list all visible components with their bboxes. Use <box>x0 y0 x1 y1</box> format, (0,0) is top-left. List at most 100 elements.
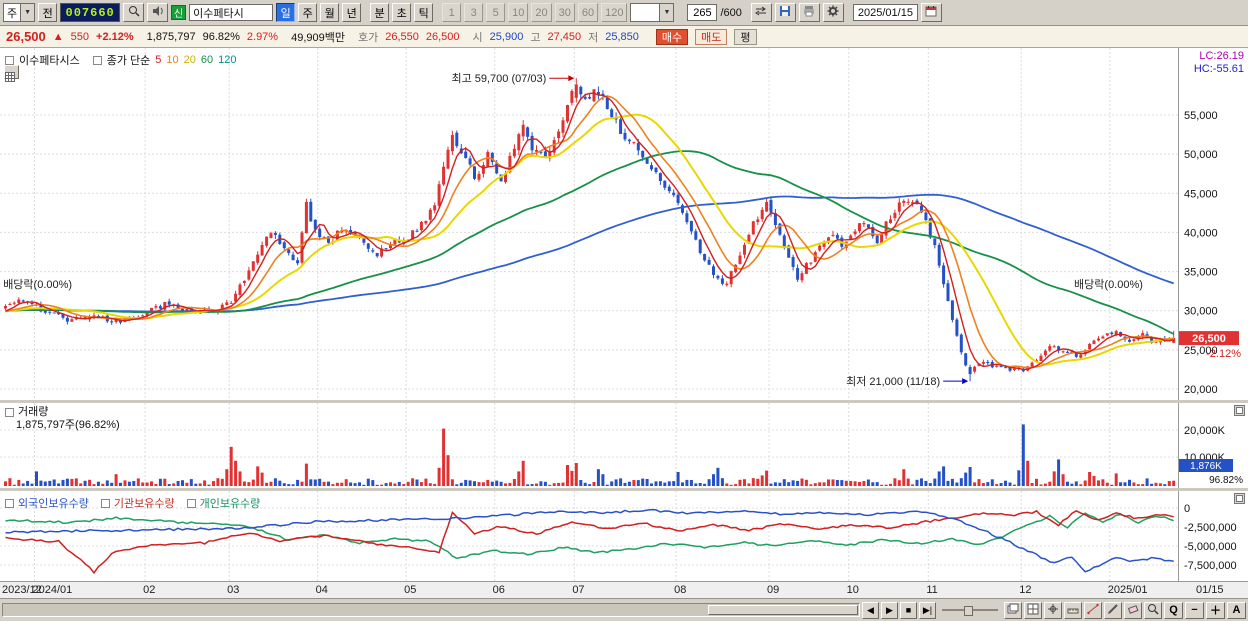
pencil-icon <box>1107 603 1119 617</box>
avg-button[interactable]: 평 <box>734 28 757 45</box>
x-axis-label: 2025/01 <box>1107 584 1148 596</box>
cascade-windows-button[interactable] <box>1004 601 1022 619</box>
turnover-pct: 2.97% <box>246 30 279 43</box>
zoom-area-button[interactable] <box>1144 601 1162 619</box>
price-chart[interactable]: 55,00050,00045,00040,00035,00030,00025,0… <box>0 48 1248 400</box>
institution-legend: 기관보유수량 <box>113 498 175 510</box>
svg-text:20,000K: 20,000K <box>1184 425 1226 437</box>
bar-count-input[interactable] <box>687 4 718 21</box>
price-change-pct: +2.12% <box>96 30 134 43</box>
scroll-right-button[interactable]: ▶ <box>881 601 898 619</box>
chevron-down-icon: ▼ <box>659 4 674 21</box>
trendline-button[interactable] <box>1084 601 1102 619</box>
zoom-mode-button[interactable]: Q <box>1164 601 1183 619</box>
asset-type-combo[interactable]: 주 ▼ <box>3 3 36 22</box>
x-axis-label: 04 <box>315 584 328 596</box>
bid-price: 26,500 <box>425 30 460 43</box>
legend-square-icon <box>186 498 196 508</box>
split-layout-button[interactable] <box>1024 601 1042 619</box>
minute-20-button[interactable]: 20 <box>531 3 552 22</box>
legend-square-icon <box>100 498 110 508</box>
minute-1-button[interactable]: 1 <box>442 3 462 22</box>
erase-button[interactable] <box>1124 601 1142 619</box>
low-label: 저 <box>588 31 599 44</box>
chart-type-weekly-button[interactable]: 주 <box>298 3 318 22</box>
zoom-slider[interactable] <box>942 604 998 616</box>
zoom-out-button[interactable]: − <box>1185 601 1204 619</box>
search-button[interactable] <box>123 3 145 22</box>
new-stock-badge: 신 <box>171 5 187 20</box>
ruler-button[interactable] <box>1064 601 1082 619</box>
minute-30-button[interactable]: 30 <box>554 3 575 22</box>
legend-square-icon <box>5 408 14 417</box>
speaker-icon <box>152 5 164 20</box>
zoom-in-button[interactable]: ＋ <box>1206 601 1225 619</box>
volume-ratio: 96.82% <box>202 30 240 43</box>
chart-type-yearly-button[interactable]: 년 <box>342 3 362 22</box>
foreign-legend: 외국인보유수량 <box>18 498 89 510</box>
ma10-legend: 10 <box>166 54 179 66</box>
stock-code-input[interactable] <box>60 3 121 22</box>
svg-text:-2.12%: -2.12% <box>1206 348 1241 360</box>
lc-value: LC:26.19 <box>1199 50 1244 62</box>
minute-3-button[interactable]: 3 <box>464 3 484 22</box>
chart-type-minute-button[interactable]: 분 <box>370 3 390 22</box>
svg-text:35,000: 35,000 <box>1184 267 1218 279</box>
volume-panel-expand-button[interactable] <box>1234 405 1245 416</box>
compare-button[interactable] <box>750 3 772 22</box>
indicator-grid-button[interactable] <box>4 65 19 82</box>
magnifier-icon <box>1147 603 1159 617</box>
svg-text:30,000: 30,000 <box>1184 306 1218 318</box>
scroll-end-button[interactable]: ▶| <box>919 601 936 619</box>
minute-10-button[interactable]: 10 <box>508 3 529 22</box>
settings-button[interactable] <box>822 3 844 22</box>
chart-type-monthly-button[interactable]: 월 <box>320 3 340 22</box>
x-axis-label: 05 <box>404 584 417 596</box>
print-button[interactable] <box>798 3 820 22</box>
sell-button[interactable]: 매도 <box>695 28 728 45</box>
x-axis: 01/15 2023/12 2024/01 02 03 04 05 06 07 08 09 10 11… <box>0 581 1248 598</box>
calendar-button[interactable] <box>920 3 942 22</box>
voice-button[interactable] <box>147 3 169 22</box>
auto-scale-button[interactable]: A <box>1227 601 1246 619</box>
minute-120-button[interactable]: 120 <box>601 3 628 22</box>
svg-text:96.82%: 96.82% <box>1209 475 1243 486</box>
minute-5-button[interactable]: 5 <box>486 3 506 22</box>
svg-text:최저 21,000 (11/18): 최저 21,000 (11/18) <box>846 375 940 388</box>
crosshair-button[interactable] <box>1044 601 1062 619</box>
compare-arrows-icon <box>755 5 767 20</box>
chart-type-daily-button[interactable]: 일 <box>276 3 296 22</box>
svg-text:55,000: 55,000 <box>1184 110 1218 122</box>
scrollbar-thumb[interactable] <box>708 605 858 615</box>
save-chart-button[interactable] <box>774 3 796 22</box>
legend-square-icon <box>5 55 14 65</box>
prev-day-compare-button[interactable]: 전 <box>38 3 58 22</box>
ma120-legend: 120 <box>218 54 237 66</box>
crosshair-icon <box>1047 603 1059 617</box>
date-field[interactable]: 2025/01/15 <box>852 4 918 21</box>
playback-stop-button[interactable]: ■ <box>900 601 917 619</box>
up-arrow-icon: ▲ <box>52 30 64 43</box>
minute-60-button[interactable]: 60 <box>577 3 599 22</box>
svg-text:배당락(0.00%): 배당락(0.00%) <box>3 278 72 291</box>
chart-type-second-button[interactable]: 초 <box>392 3 412 22</box>
volume-legend: 거래량 1,875,797주(96.82%) <box>5 406 120 432</box>
buy-button[interactable]: 매수 <box>655 28 689 45</box>
ma5-legend: 5 <box>155 54 162 66</box>
custom-minute-combo[interactable]: ▼ <box>630 3 675 22</box>
calendar-icon <box>925 5 937 20</box>
zoom-slider-thumb[interactable] <box>964 606 973 616</box>
high-price: 27,450 <box>547 30 582 43</box>
chart-type-tick-button[interactable]: 틱 <box>414 3 434 22</box>
draw-button[interactable] <box>1104 601 1122 619</box>
scroll-left-button[interactable]: ◀ <box>862 601 879 619</box>
svg-text:최고 59,700 (07/03): 최고 59,700 (07/03) <box>451 72 546 85</box>
horizontal-scrollbar[interactable] <box>2 603 860 617</box>
x-axis-end-label: 01/15 <box>1196 584 1224 596</box>
chart-area: 55,000 50,000 45,000 40,000 35,000 30,000 25,0… <box>0 48 1248 598</box>
svg-text:20,000: 20,000 <box>1184 384 1218 396</box>
low-price: 25,850 <box>605 30 639 43</box>
holdings-panel-expand-button[interactable] <box>1234 493 1245 504</box>
ask-price: 26,550 <box>385 30 419 43</box>
volume-chart[interactable]: 20,000K10,000K1,876K96.82% <box>0 403 1248 488</box>
